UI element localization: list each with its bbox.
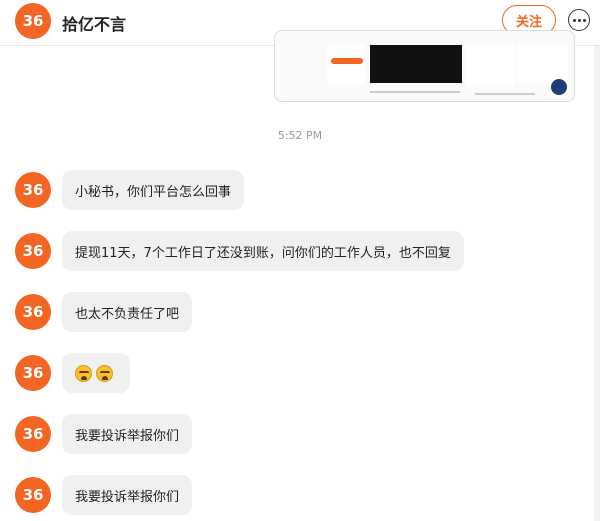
page-title: 拾亿不言 bbox=[62, 15, 127, 34]
message-bubble[interactable]: 我要投诉举报你们 bbox=[62, 414, 193, 454]
message-row: 36 也太不负责任了吧 bbox=[15, 292, 193, 332]
message-bubble[interactable] bbox=[62, 353, 130, 393]
thumbnail-button bbox=[331, 58, 363, 64]
thumbnail-badge-icon bbox=[551, 79, 567, 95]
message-bubble[interactable]: 我要投诉举报你们 bbox=[62, 475, 193, 515]
fearful-face-emoji-icon bbox=[75, 364, 92, 382]
message-bubble[interactable]: 也太不负责任了吧 bbox=[62, 292, 193, 332]
dot bbox=[572, 18, 576, 22]
avatar[interactable]: 36 bbox=[15, 172, 51, 208]
message-bubble[interactable]: 小秘书，你们平台怎么回事 bbox=[62, 170, 245, 210]
message-bubble[interactable]: 提现11天，7个工作日了还没到账，问你们的工作人员，也不回复 bbox=[62, 231, 464, 271]
more-options-icon[interactable] bbox=[568, 9, 590, 31]
avatar[interactable]: 36 bbox=[15, 477, 51, 513]
thumbnail-line bbox=[475, 93, 535, 95]
message-row: 36 我要投诉举报你们 bbox=[15, 475, 193, 515]
message-row: 36 bbox=[15, 353, 130, 393]
avatar[interactable]: 36 bbox=[15, 233, 51, 269]
message-row: 36 提现11天，7个工作日了还没到账，问你们的工作人员，也不回复 bbox=[15, 231, 464, 271]
thumbnail-line bbox=[370, 91, 460, 93]
message-timestamp: 5:52 PM bbox=[277, 129, 323, 142]
scrollbar[interactable] bbox=[594, 46, 600, 521]
dot bbox=[582, 18, 586, 22]
image-message[interactable] bbox=[274, 30, 575, 102]
thumbnail-chart bbox=[370, 45, 462, 83]
message-row: 36 小秘书，你们平台怎么回事 bbox=[15, 170, 245, 210]
fearful-face-emoji-icon bbox=[96, 364, 113, 382]
thumbnail-panel bbox=[327, 45, 365, 85]
avatar[interactable]: 36 bbox=[15, 355, 51, 391]
avatar[interactable]: 36 bbox=[15, 294, 51, 330]
thumbnail-panel bbox=[518, 45, 568, 83]
avatar[interactable]: 36 bbox=[15, 416, 51, 452]
thumbnail-panel bbox=[465, 45, 515, 87]
message-row: 36 我要投诉举报你们 bbox=[15, 414, 193, 454]
dot bbox=[577, 18, 581, 22]
avatar[interactable]: 36 bbox=[15, 3, 51, 39]
